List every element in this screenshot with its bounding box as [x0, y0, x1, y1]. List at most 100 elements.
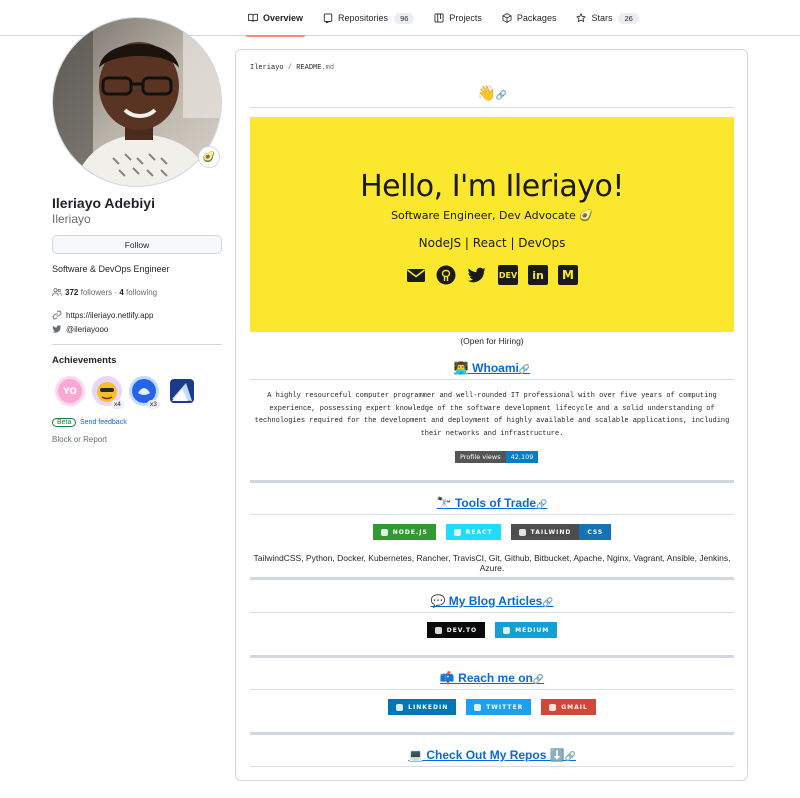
repos-heading-text[interactable]: 💻 Check Out My Repos ⬇️: [408, 748, 565, 762]
package-icon: [502, 13, 512, 23]
twitter-badge-text: TWITTER: [486, 703, 524, 711]
followers-count[interactable]: 372: [65, 288, 78, 297]
react-badge[interactable]: REACT: [445, 524, 501, 540]
readme-path-user[interactable]: Ileriayo: [250, 64, 284, 72]
github-icon[interactable]: [436, 265, 456, 285]
stars-counter: 26: [618, 12, 639, 24]
linkedin-badge[interactable]: LINKEDIN: [388, 699, 457, 715]
twitter-row: @ileriayooo: [52, 324, 108, 334]
banner-title: Hello, I'm Ileriayo!: [360, 169, 624, 204]
profile-views-label: Profile views: [455, 451, 506, 463]
blog-heading-text[interactable]: 💬 My Blog Articles: [430, 594, 542, 608]
open-for-hiring: (Open for Hiring): [460, 336, 524, 346]
readme-path: Ileriayo / README.md: [250, 64, 334, 72]
linkedin-badge-text: LINKEDIN: [408, 703, 449, 711]
gmail-badge[interactable]: GMAIL: [541, 699, 596, 715]
tab-projects[interactable]: Projects: [426, 0, 490, 36]
section-divider: [250, 732, 734, 735]
following-count[interactable]: 4: [119, 288, 123, 297]
badge-yolo-icon[interactable]: YO: [54, 375, 86, 407]
achievements-title: Achievements: [52, 355, 117, 366]
whoami-rule: [250, 379, 734, 380]
tab-projects-label: Projects: [449, 13, 482, 23]
devto-logo-icon: [434, 626, 442, 634]
tailwind-badge-text: TAILWIND: [530, 528, 572, 536]
nodejs-logo-icon: [380, 528, 388, 536]
repos-heading[interactable]: 💻 Check Out My Repos ⬇️🔗: [250, 748, 734, 762]
nodejs-badge[interactable]: NODE.JS: [372, 524, 436, 540]
website-link[interactable]: https://ileriayo.netlify.app: [66, 311, 153, 320]
banner-subtitle: Software Engineer, Dev Advocate 🥑: [391, 209, 593, 222]
mail-icon[interactable]: [406, 265, 426, 285]
anchor-link-icon[interactable]: 🔗: [519, 364, 530, 374]
anchor-link-icon[interactable]: 🔗: [533, 674, 544, 684]
follow-stats: 372 followers · 4 following: [52, 287, 157, 297]
tab-overview[interactable]: Overview: [240, 0, 311, 37]
gmail-badge-text: GMAIL: [561, 703, 588, 711]
follow-button[interactable]: Follow: [52, 235, 222, 254]
whoami-heading[interactable]: 👨‍💻 Whoami🔗: [250, 361, 734, 375]
repos-rule: [250, 766, 734, 767]
twitter-handle-link[interactable]: @ileriayooo: [66, 325, 108, 334]
website-row: https://ileriayo.netlify.app: [52, 310, 153, 320]
whoami-paragraph: A highly resourceful computer programmer…: [254, 392, 730, 438]
tailwind-logo-icon: [518, 528, 526, 536]
book-icon: [248, 13, 258, 22]
tab-repositories-label: Repositories: [338, 13, 389, 23]
star-icon: [576, 13, 586, 22]
reach-heading[interactable]: 📫 Reach me on🔗: [250, 671, 734, 685]
reach-heading-text[interactable]: 📫 Reach me on: [440, 671, 533, 685]
twitter-badge[interactable]: TWITTER: [466, 699, 532, 715]
readme-path-separator: /: [283, 64, 297, 72]
badge-pull-shark-count: x3: [147, 400, 160, 409]
link-icon: [52, 310, 62, 320]
tools-heading[interactable]: 🔭 Tools of Trade🔗: [250, 496, 734, 510]
anchor-link-icon[interactable]: 🔗: [542, 597, 553, 607]
block-report-link[interactable]: Block or Report: [52, 435, 107, 444]
reach-badges: LINKEDIN TWITTER GMAIL: [250, 699, 734, 715]
repositories-counter: 96: [394, 12, 415, 24]
medium-badge[interactable]: MEDIUM: [495, 622, 558, 638]
beta-label: Beta: [52, 418, 77, 427]
nodejs-badge-text: NODE.JS: [392, 528, 428, 536]
linkedin-logo-icon: [396, 703, 404, 711]
send-feedback-link[interactable]: Send feedback: [80, 419, 127, 426]
tab-repositories[interactable]: Repositories 96: [315, 0, 422, 36]
whoami-heading-text[interactable]: 👨‍💻 Whoami: [454, 361, 519, 375]
anchor-link-icon[interactable]: 🔗: [565, 751, 576, 761]
readme-path-ext: .md: [321, 64, 335, 72]
svg-text:YO: YO: [62, 387, 77, 397]
profile-username: Ileriayo: [52, 212, 91, 226]
dev-icon[interactable]: DEV: [498, 265, 518, 285]
medium-logo-icon: [503, 626, 511, 634]
status-emoji[interactable]: 🥑: [198, 146, 220, 168]
tab-packages[interactable]: Packages: [494, 0, 565, 36]
header-banner: Hello, I'm Ileriayo! Software Engineer, …: [250, 117, 734, 332]
tab-overview-label: Overview: [263, 13, 304, 23]
badge-quickdraw-count: x4: [111, 400, 124, 409]
medium-icon[interactable]: M: [558, 265, 578, 285]
profile-bio: Software & DevOps Engineer: [52, 264, 170, 274]
tools-list: TailwindCSS, Python, Docker, Kubernetes,…: [253, 553, 731, 573]
badge-arctic-code-vault-icon[interactable]: [166, 375, 198, 407]
followers-label[interactable]: followers: [81, 288, 113, 297]
follow-separator: ·: [114, 287, 118, 297]
tab-stars-label: Stars: [591, 13, 613, 23]
blog-heading[interactable]: 💬 My Blog Articles🔗: [250, 594, 734, 608]
anchor-link-icon[interactable]: 🔗: [536, 499, 547, 509]
project-icon: [434, 13, 444, 23]
reach-rule: [250, 689, 734, 690]
tailwind-css-badge[interactable]: TAILWIND CSS: [510, 524, 612, 540]
gmail-logo-icon: [549, 703, 557, 711]
avatar-photo: [53, 18, 221, 186]
tools-heading-text[interactable]: 🔭 Tools of Trade: [437, 496, 536, 510]
following-label[interactable]: following: [126, 288, 157, 297]
anchor-link-icon[interactable]: 🔗: [496, 90, 507, 100]
twitter-bird-icon[interactable]: [466, 265, 488, 285]
devto-badge[interactable]: DEV.TO: [426, 622, 486, 638]
tab-stars[interactable]: Stars 26: [568, 0, 646, 36]
linkedin-icon[interactable]: in: [528, 265, 548, 285]
tools-rule: [250, 514, 734, 515]
avatar[interactable]: [52, 17, 222, 187]
react-badge-text: REACT: [465, 528, 493, 536]
